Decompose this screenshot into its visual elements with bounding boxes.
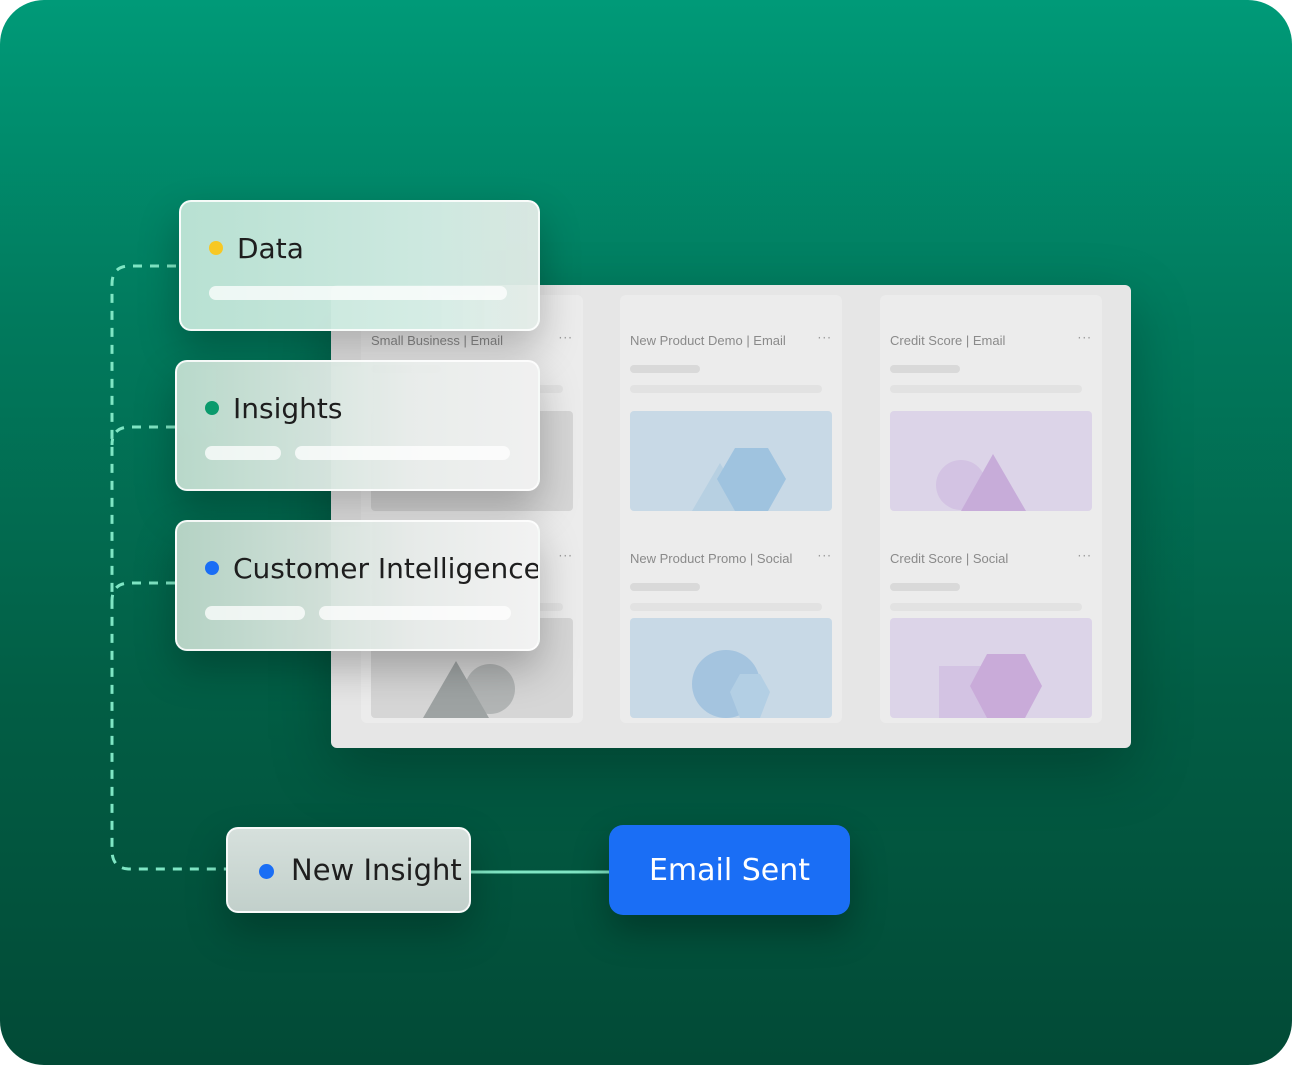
placeholder-bar (890, 365, 960, 373)
more-icon[interactable]: ··· (1078, 331, 1092, 345)
status-dot (205, 561, 219, 575)
placeholder-bar (205, 606, 305, 620)
placeholder-bar (209, 286, 507, 300)
placeholder-bar (319, 606, 511, 620)
shapes-illustration (936, 454, 1026, 511)
card-thumbnail (890, 618, 1092, 718)
customer-intelligence-label: Customer Intelligence (233, 552, 540, 585)
campaign-card[interactable]: New Product Demo | Email ··· (620, 295, 842, 525)
more-icon[interactable]: ··· (559, 549, 573, 563)
scene: Small Business | Email ··· New Product D… (0, 0, 1292, 1065)
new-insight-node[interactable]: New Insight (226, 827, 471, 913)
campaign-card[interactable]: New Product Promo | Social ··· (620, 513, 842, 723)
card-title: New Product Demo | Email (630, 333, 786, 348)
campaign-panel: Small Business | Email ··· New Product D… (331, 285, 1131, 748)
connector-ci (110, 581, 175, 602)
placeholder-bar (630, 583, 700, 591)
data-label: Data (237, 232, 304, 265)
campaign-card[interactable]: Credit Score | Email ··· (880, 295, 1102, 525)
more-icon[interactable]: ··· (559, 331, 573, 345)
customer-intelligence-card[interactable]: Customer Intelligence (175, 520, 540, 651)
insights-label: Insights (233, 392, 343, 425)
more-icon[interactable]: ··· (1078, 549, 1092, 563)
more-icon[interactable]: ··· (818, 331, 832, 345)
placeholder-bar (630, 603, 822, 611)
status-dot (205, 401, 219, 415)
placeholder-bar (295, 446, 510, 460)
card-title: Small Business | Email (371, 333, 503, 348)
placeholder-bar (630, 385, 822, 393)
status-dot (259, 864, 274, 879)
placeholder-bar (630, 365, 700, 373)
shapes-illustration (939, 654, 1042, 718)
more-icon[interactable]: ··· (818, 549, 832, 563)
email-sent-button[interactable]: Email Sent (609, 825, 850, 915)
card-thumbnail (630, 411, 832, 511)
card-title: Credit Score | Email (890, 333, 1006, 348)
shapes-illustration (692, 448, 786, 511)
placeholder-bar (205, 446, 281, 460)
card-thumbnail (630, 618, 832, 718)
insights-card[interactable]: Insights (175, 360, 540, 491)
new-insight-label: New Insight (291, 853, 462, 887)
card-title: New Product Promo | Social (630, 551, 793, 566)
connector-insights (110, 425, 175, 446)
placeholder-bar (890, 385, 1082, 393)
placeholder-bar (890, 583, 960, 591)
status-dot (209, 241, 223, 255)
card-thumbnail (890, 411, 1092, 511)
card-title: Credit Score | Social (890, 551, 1009, 566)
data-card[interactable]: Data (179, 200, 540, 331)
placeholder-bar (890, 603, 1082, 611)
campaign-card[interactable]: Credit Score | Social ··· (880, 513, 1102, 723)
shapes-illustration (692, 650, 770, 718)
